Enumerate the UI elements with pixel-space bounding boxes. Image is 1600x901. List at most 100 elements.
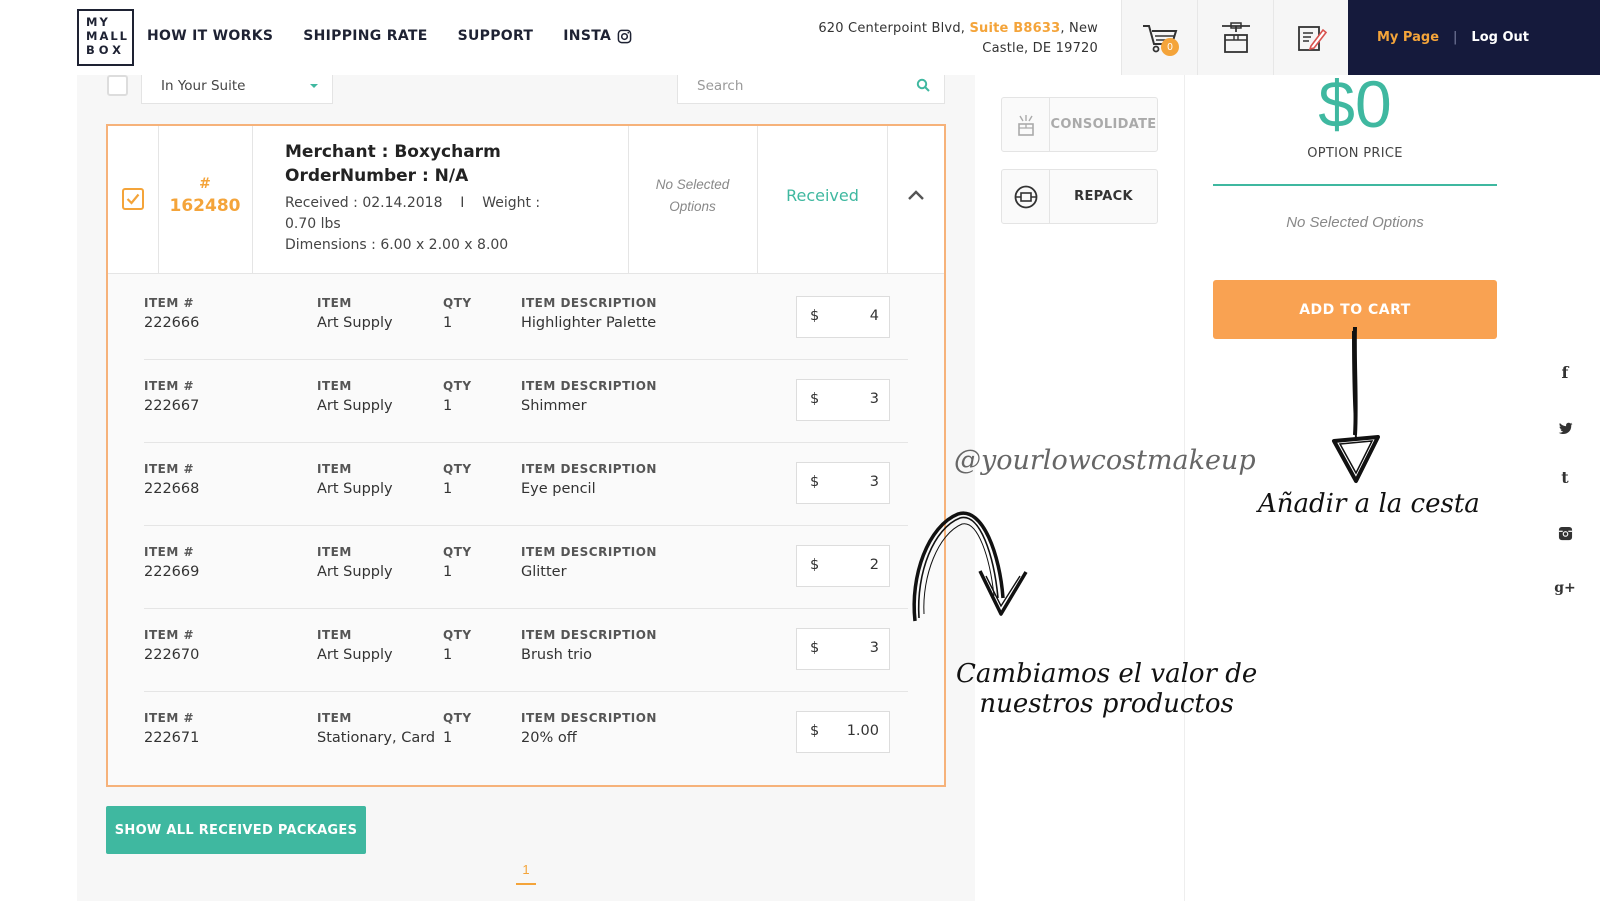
suite-filter-select[interactable]: In Your Suite (141, 75, 333, 104)
main-nav: HOW IT WORKS SHIPPING RATE SUPPORT INSTA (147, 28, 632, 44)
item-value-input[interactable]: $3 (796, 379, 890, 421)
add-to-cart-annotation: Añadir a la cesta (1258, 489, 1480, 519)
package-drone-icon (1221, 21, 1250, 53)
item-value-input[interactable]: $4 (796, 296, 890, 338)
nav-how-it-works[interactable]: HOW IT WORKS (147, 28, 273, 44)
item-description: Brush trio (521, 647, 592, 663)
consolidate-icon (1017, 114, 1034, 136)
nav-insta[interactable]: INSTA (563, 28, 632, 44)
repack-icon (1014, 185, 1037, 208)
item-qty: 1 (443, 315, 453, 331)
item-row: ITEM # 222670 ITEM Art Supply QTY 1 ITEM DESCR… (144, 608, 908, 692)
item-value: 2 (869, 557, 879, 573)
pagination-page[interactable]: 1 (516, 862, 536, 885)
currency-symbol: $ (810, 308, 820, 324)
package-options: No Selected Options (655, 177, 730, 214)
suite-number: Suite B8633 (969, 21, 1061, 36)
select-all-checkbox[interactable] (107, 75, 128, 96)
cart-count-badge: 0 (1161, 38, 1179, 56)
google-plus-icon[interactable]: g+ (1553, 580, 1577, 596)
item-category: Art Supply (317, 315, 393, 331)
package-status: Received (786, 186, 859, 205)
item-number: 222670 (144, 647, 200, 663)
item-qty: 1 (443, 398, 453, 414)
item-number-label: ITEM # (144, 711, 195, 725)
item-category: Art Supply (317, 481, 393, 497)
nav-support[interactable]: SUPPORT (458, 28, 534, 44)
item-number: 222668 (144, 481, 200, 497)
divider (1213, 184, 1497, 186)
show-all-packages-button[interactable]: SHOW ALL RECEIVED PACKAGES (106, 806, 366, 854)
instagram-icon[interactable] (1553, 526, 1577, 545)
item-description: Eye pencil (521, 481, 596, 497)
item-label: ITEM (317, 296, 352, 310)
weight-value: 0.70 lbs (285, 216, 341, 232)
item-number-label: ITEM # (144, 296, 195, 310)
item-label: ITEM (317, 462, 352, 476)
currency-symbol: $ (810, 391, 820, 407)
item-value: 3 (869, 640, 879, 656)
option-price-label: OPTION PRICE (1307, 146, 1403, 161)
item-number-label: ITEM # (144, 462, 195, 476)
nav-shipping-rate[interactable]: SHIPPING RATE (303, 28, 427, 44)
item-value: 3 (869, 474, 879, 490)
qty-label: QTY (443, 628, 472, 642)
twitter-icon[interactable] (1553, 420, 1577, 439)
package-card: # 162480 Merchant : Boxycharm OrderNumbe… (106, 124, 946, 787)
log-out-link[interactable]: Log Out (1471, 30, 1529, 45)
item-row: ITEM # 222669 ITEM Art Supply QTY 1 ITEM DESCR… (144, 525, 908, 609)
nav-insta-label: INSTA (563, 28, 612, 44)
change-value-annotation: Cambiamos el valor de nuestros productos (956, 659, 1258, 719)
consolidate-button[interactable]: CONSOLIDATE (1001, 97, 1158, 152)
qty-label: QTY (443, 711, 472, 725)
search-input[interactable]: Search (677, 75, 945, 104)
instagram-glyph-icon (1558, 526, 1572, 541)
qty-label: QTY (443, 462, 472, 476)
item-category: Art Supply (317, 564, 393, 580)
item-value-input[interactable]: $3 (796, 462, 890, 504)
search-icon[interactable] (916, 78, 930, 92)
item-qty: 1 (443, 647, 453, 663)
my-page-link[interactable]: My Page (1377, 30, 1439, 45)
item-description: 20% off (521, 730, 577, 746)
item-number-label: ITEM # (144, 628, 195, 642)
item-category: Art Supply (317, 647, 393, 663)
option-price-value: $0 (1318, 67, 1392, 141)
repack-button[interactable]: REPACK (1001, 169, 1158, 224)
collapse-button[interactable] (890, 188, 942, 206)
item-row: ITEM # 222668 ITEM Art Supply QTY 1 ITEM DESCR… (144, 442, 908, 526)
qty-label: QTY (443, 379, 472, 393)
consolidate-icon-cell (1002, 98, 1050, 151)
cart-button[interactable]: 0 (1121, 0, 1197, 75)
package-info: Merchant : Boxycharm OrderNumber : N/A R… (285, 140, 575, 256)
search-placeholder: Search (697, 78, 744, 94)
shipping-button[interactable] (1197, 0, 1273, 75)
item-qty: 1 (443, 481, 453, 497)
currency-symbol: $ (810, 557, 820, 573)
item-value-input[interactable]: $2 (796, 545, 890, 587)
item-number: 222669 (144, 564, 200, 580)
tumblr-icon[interactable]: t (1553, 468, 1577, 487)
qty-label: QTY (443, 296, 472, 310)
item-row: ITEM # 222666 ITEM Art Supply QTY 1 ITEM DESCR… (144, 276, 908, 360)
logo[interactable]: MY MALL BOX (77, 9, 134, 66)
site-header: MY MALL BOX HOW IT WORKS SHIPPING RATE S… (0, 0, 1600, 75)
item-row: ITEM # 222671 ITEM Stationary, Card QTY 1 ITEM… (144, 691, 908, 775)
repack-label: REPACK (1074, 189, 1133, 204)
description-label: ITEM DESCRIPTION (521, 462, 657, 476)
curved-arrow-annotation-icon (912, 511, 1028, 622)
item-qty: 1 (443, 564, 453, 580)
description-label: ITEM DESCRIPTION (521, 379, 657, 393)
item-value: 3 (869, 391, 879, 407)
item-description: Shimmer (521, 398, 587, 414)
edit-button[interactable] (1273, 0, 1348, 75)
description-label: ITEM DESCRIPTION (521, 628, 657, 642)
facebook-icon[interactable]: f (1553, 363, 1577, 382)
item-value: 1.00 (846, 723, 879, 739)
consolidate-label: CONSOLIDATE (1050, 117, 1157, 132)
logo-line: BOX (86, 43, 125, 57)
package-checkbox[interactable] (122, 188, 144, 210)
instagram-icon (617, 29, 632, 43)
item-value-input[interactable]: $3 (796, 628, 890, 670)
item-value-input[interactable]: $1.00 (796, 711, 890, 753)
